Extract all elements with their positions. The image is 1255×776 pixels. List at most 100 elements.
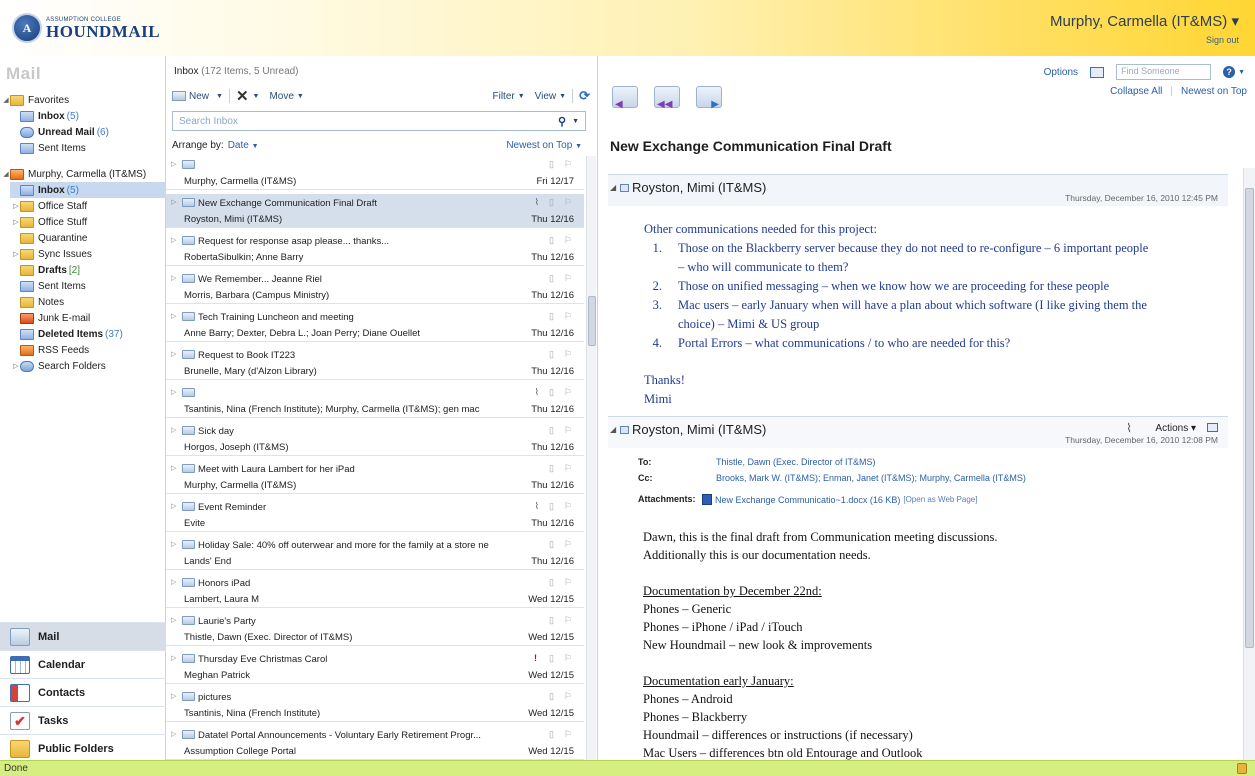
category-icon[interactable]: ▯	[549, 691, 554, 702]
flag-icon[interactable]: ⚐	[564, 615, 572, 626]
expand-conversation-icon[interactable]: ▷	[171, 654, 176, 662]
message-row[interactable]: ▷ pictures Tsantinis, Nina (French Institu…	[166, 688, 584, 722]
fav-inbox[interactable]: Inbox (5)	[20, 108, 79, 124]
search-inbox-field[interactable]: Search Inbox ⚲ ▼	[172, 111, 586, 131]
category-icon[interactable]: ▯	[549, 463, 554, 474]
favorites-node[interactable]: ◢ Favorites	[2, 92, 69, 108]
expand-conversation-icon[interactable]: ▷	[171, 578, 176, 586]
collapse-triangle-icon[interactable]: ◢	[2, 96, 10, 104]
message-row[interactable]: ▷ Murphy, Carmella (IT&MS) Fri 12/17 ▯ ⚐	[166, 156, 584, 190]
folder-rss-feeds[interactable]: RSS Feeds	[20, 342, 89, 358]
list-scrollbar-thumb[interactable]	[588, 296, 596, 346]
category-icon[interactable]: ▯	[549, 653, 554, 664]
nav-public-folders[interactable]: Public Folders	[0, 734, 166, 762]
expand-conversation-icon[interactable]: ▷	[171, 540, 176, 548]
category-icon[interactable]: ▯	[549, 577, 554, 588]
search-icon[interactable]: ⚲	[558, 115, 566, 128]
expand-conversation-icon[interactable]: ▷	[171, 730, 176, 738]
message-row[interactable]: ▷ Sick day Horgos, Joseph (IT&MS) Thu 12/16…	[166, 422, 584, 456]
flag-icon[interactable]: ⚐	[564, 501, 572, 512]
category-icon[interactable]: ▯	[549, 273, 554, 284]
expand-conversation-icon[interactable]: ▷	[171, 274, 176, 282]
folder-office-staff[interactable]: ▷ Office Staff	[12, 198, 87, 214]
cc-recipients[interactable]: Brooks, Mark W. (IT&MS); Enman, Janet (I…	[716, 473, 1026, 483]
message-row[interactable]: ▷ Request to Book IT223 Brunelle, Mary (d'…	[166, 346, 584, 380]
expand-conversation-icon[interactable]: ▷	[171, 160, 176, 168]
nav-contacts[interactable]: Contacts	[0, 678, 166, 706]
expand-triangle-icon[interactable]: ▷	[12, 218, 20, 226]
expand-triangle-icon[interactable]: ▷	[12, 362, 20, 370]
expand-triangle-icon[interactable]: ▷	[12, 202, 20, 210]
message-row[interactable]: ▷ Thursday Eve Christmas Carol Meghan Patr…	[166, 650, 584, 684]
list-scrollbar[interactable]	[586, 156, 596, 760]
folder-junk-email[interactable]: Junk E-mail	[20, 310, 90, 326]
chevron-down-icon[interactable]: ▼	[572, 118, 579, 125]
flag-icon[interactable]: ⚐	[564, 425, 572, 436]
sign-out-link[interactable]: Sign out	[1206, 35, 1239, 45]
category-icon[interactable]: ▯	[549, 349, 554, 360]
reading-scrollbar[interactable]	[1243, 168, 1255, 760]
category-icon[interactable]: ▯	[549, 387, 554, 398]
flag-icon[interactable]: ⚐	[564, 197, 572, 208]
category-icon[interactable]: ▯	[549, 311, 554, 322]
attachment-link[interactable]: New Exchange Communicatio~1.docx (16 KB)	[715, 495, 900, 505]
reading-scrollbar-thumb[interactable]	[1245, 188, 1254, 648]
message-row[interactable]: ▷ Event Reminder Evite Thu 12/16 ⌇ ▯ ⚐	[166, 498, 584, 532]
category-icon[interactable]: ▯	[549, 425, 554, 436]
message-row[interactable]: ▷ Holiday Sale: 40% off outerwear and mor…	[166, 536, 584, 570]
move-button[interactable]: Move ▼	[269, 91, 303, 102]
expand-conversation-icon[interactable]: ▷	[171, 312, 176, 320]
forward-icon[interactable]: ▶	[696, 86, 722, 110]
category-icon[interactable]: ▯	[549, 501, 554, 512]
message-row[interactable]: ▷ Honors iPad Lambert, Laura M Wed 12/15 ▯ ⚐	[166, 574, 584, 608]
message-row[interactable]: ▷ New Exchange Communication Final Draft R…	[166, 194, 584, 228]
flag-icon[interactable]: ⚐	[564, 577, 572, 588]
fav-sent-items[interactable]: Sent Items	[20, 140, 86, 156]
flag-icon[interactable]: ⚐	[564, 539, 572, 550]
new-button[interactable]: New ▼	[172, 91, 223, 102]
message-row[interactable]: ▷ Tech Training Luncheon and meeting Anne …	[166, 308, 584, 342]
reply-icon[interactable]: ◀	[612, 86, 638, 110]
flag-icon[interactable]: ⚐	[564, 349, 572, 360]
flag-icon[interactable]: ⚐	[564, 691, 572, 702]
filter-button[interactable]: Filter ▼	[492, 91, 524, 102]
help-icon[interactable]: ? ▼	[1223, 66, 1245, 78]
expand-conversation-icon[interactable]: ▷	[171, 426, 176, 434]
address-book-icon[interactable]	[1090, 66, 1105, 78]
collapse-triangle-icon[interactable]: ◢	[2, 170, 10, 178]
sort-order-dropdown[interactable]: Newest on Top ▼	[506, 140, 582, 151]
nav-tasks[interactable]: ✔ Tasks	[0, 706, 166, 734]
options-link[interactable]: Options	[1044, 67, 1078, 78]
refresh-icon[interactable]: ⟳	[579, 88, 590, 104]
open-as-web-page-link[interactable]: [Open as Web Page]	[903, 495, 977, 504]
flag-icon[interactable]: ⚐	[564, 463, 572, 474]
category-icon[interactable]: ▯	[549, 159, 554, 170]
folder-sent-items[interactable]: Sent Items	[20, 278, 86, 294]
category-icon[interactable]: ▯	[549, 235, 554, 246]
message-row[interactable]: ▷ Tsantinis, Nina (French Institute); Mur…	[166, 384, 584, 418]
collapse-triangle-icon[interactable]: ◢	[610, 425, 616, 434]
category-icon[interactable]: ▯	[549, 197, 554, 208]
flag-icon[interactable]: ⚐	[564, 311, 572, 322]
flag-icon[interactable]: ⚐	[564, 653, 572, 664]
nav-mail[interactable]: Mail	[0, 622, 166, 650]
flag-icon[interactable]: ⚐	[564, 387, 572, 398]
folder-inbox[interactable]: Inbox (5)	[10, 182, 166, 198]
folder-sync-issues[interactable]: ▷ Sync Issues	[12, 246, 92, 262]
category-icon[interactable]: ▯	[549, 539, 554, 550]
nav-calendar[interactable]: Calendar	[0, 650, 166, 678]
folder-search-folders[interactable]: ▷ Search Folders	[12, 358, 106, 374]
expand-conversation-icon[interactable]: ▷	[171, 350, 176, 358]
expand-conversation-icon[interactable]: ▷	[171, 616, 176, 624]
flag-icon[interactable]: ⚐	[564, 273, 572, 284]
folder-deleted-items[interactable]: Deleted Items (37)	[20, 326, 123, 342]
find-someone-field[interactable]: Find Someone	[1116, 64, 1212, 80]
expand-conversation-icon[interactable]: ▷	[171, 198, 176, 206]
expand-conversation-icon[interactable]: ▷	[171, 464, 176, 472]
flag-icon[interactable]: ⚐	[564, 235, 572, 246]
message-row[interactable]: ▷ Laurie's Party Thistle, Dawn (Exec. Dire…	[166, 612, 584, 646]
message-row[interactable]: ▷ We Remember... Jeanne Riel Morris, Barba…	[166, 270, 584, 304]
folder-drafts[interactable]: Drafts [2]	[20, 262, 80, 278]
collapse-triangle-icon[interactable]: ◢	[610, 183, 616, 192]
message-row[interactable]: ▷ Meet with Laura Lambert for her iPad Mur…	[166, 460, 584, 494]
